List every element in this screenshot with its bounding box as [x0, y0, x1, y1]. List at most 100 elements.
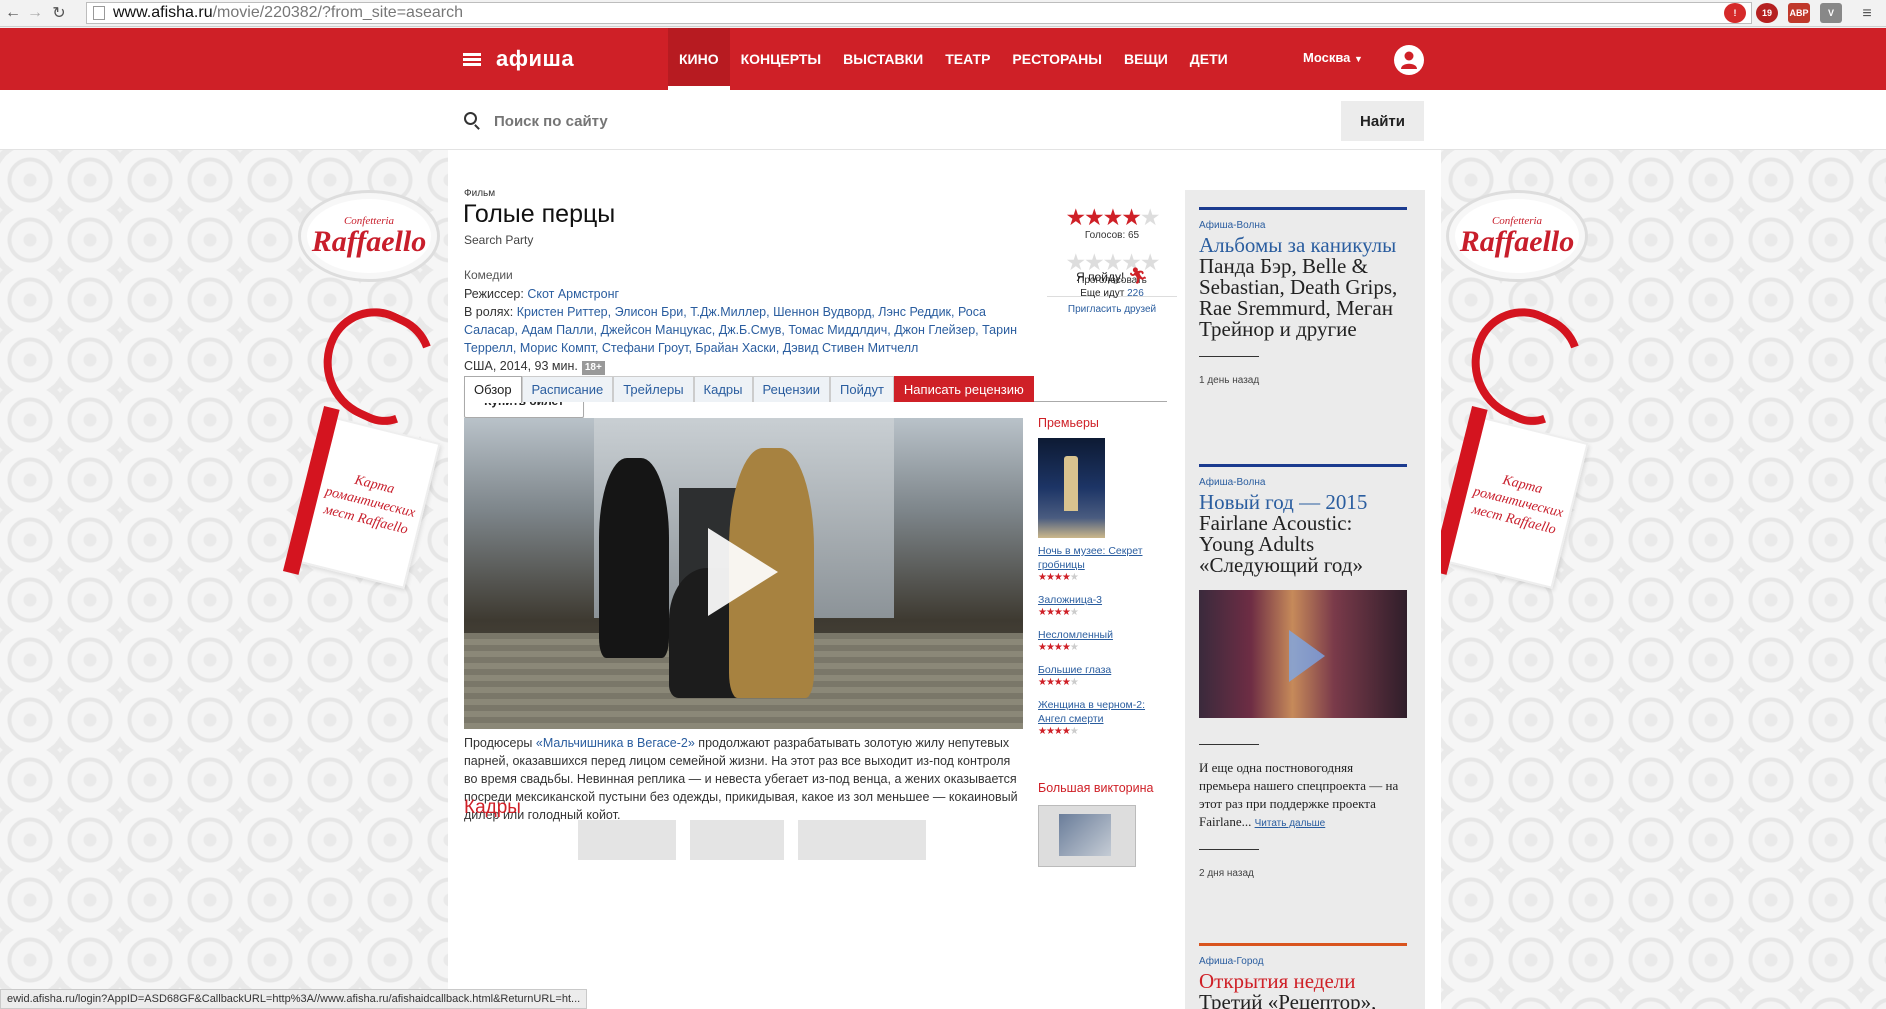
premiere-item: Несломленный ★★★★★: [1038, 628, 1173, 653]
premiere-link[interactable]: Женщина в черном-2: Ангел смерти: [1038, 698, 1173, 726]
nav-item-things[interactable]: ВЕЩИ: [1113, 28, 1179, 90]
url-path: /movie/220382/?from_site=asearch: [212, 4, 463, 21]
stills-thumbnails: [578, 820, 926, 860]
news-item: Афиша-Город Открытия недели Третий «Реце…: [1199, 943, 1407, 1009]
write-review-button[interactable]: Написать рецензию: [893, 376, 1034, 402]
news-headline: Новый год — 2015 Fairlane Acoustic: Youn…: [1199, 492, 1407, 576]
section-title-stills: Кадры: [464, 797, 521, 818]
forward-icon[interactable]: →: [24, 2, 46, 24]
adblock-icon[interactable]: ABP: [1788, 3, 1810, 23]
main-nav: КИНО КОНЦЕРТЫ ВЫСТАВКИ ТЕАТР РЕСТОРАНЫ В…: [668, 28, 1239, 90]
news-headline: Альбомы за каникулы Панда Бэр, Belle & S…: [1199, 235, 1407, 340]
premiere-link[interactable]: Большие глаза: [1038, 663, 1173, 677]
search-input[interactable]: [494, 108, 1094, 134]
tab-stills[interactable]: Кадры: [693, 376, 753, 402]
going-label: Я пойду!: [1076, 270, 1125, 284]
credits: Режиссер: Скот Армстронг В ролях: Кристе…: [464, 285, 1024, 375]
tab-reviews[interactable]: Рецензии: [752, 376, 831, 402]
browser-status-bar: ewid.afisha.ru/login?AppID=ASD68GF&Callb…: [0, 989, 588, 1009]
nav-item-kino[interactable]: КИНО: [668, 28, 730, 90]
raffaello-ad-left[interactable]: Confetteria Raffaello Карта романтически…: [298, 190, 451, 610]
news-source[interactable]: Афиша-Волна: [1199, 477, 1407, 488]
tab-overview[interactable]: Обзор: [464, 376, 522, 403]
news-source[interactable]: Афиша-Волна: [1199, 220, 1407, 231]
extension-alert-icon[interactable]: !: [1724, 3, 1746, 23]
tab-trailers[interactable]: Трейлеры: [613, 376, 694, 402]
still-thumbnail[interactable]: [798, 820, 926, 860]
search-button[interactable]: Найти: [1341, 101, 1424, 141]
video-frame-figure: [599, 458, 669, 658]
raffaello-card: Карта романтических мест Raffaello: [1447, 417, 1589, 589]
site-logo[interactable]: афиша: [496, 46, 574, 72]
rating-stars: ★★★★★: [1065, 204, 1160, 230]
cast-row: В ролях: Кристен Риттер, Элисон Бри, Т.Д…: [464, 303, 1024, 357]
browser-toolbar: ← → ↻ www.afisha.ru/movie/220382/?from_s…: [0, 0, 1886, 27]
premieres-heading: Премьеры: [1038, 416, 1099, 430]
raffaello-card: Карта романтических мест Raffaello: [299, 417, 441, 589]
short-divider: [1199, 744, 1259, 745]
news-headline-text: Панда Бэр, Belle & Sebastian, Death Grip…: [1199, 254, 1398, 341]
back-icon[interactable]: ←: [2, 2, 24, 24]
news-video-thumbnail[interactable]: [1199, 590, 1407, 718]
user-icon: [1401, 51, 1417, 69]
nav-item-concerts[interactable]: КОНЦЕРТЫ: [730, 28, 833, 90]
premiere-link[interactable]: Ночь в музее: Секрет гробницы: [1038, 544, 1173, 572]
news-date: 1 день назад: [1199, 375, 1260, 386]
director-row: Режиссер: Скот Армстронг: [464, 285, 1024, 303]
news-divider: [1199, 207, 1407, 210]
raffaello-logo: Confetteria Raffaello: [298, 190, 440, 282]
nav-item-exhibitions[interactable]: ВЫСТАВКИ: [832, 28, 934, 90]
running-man-icon: 🏃︎: [1127, 268, 1148, 285]
votes-count: Голосов: 65: [1084, 230, 1140, 241]
play-icon[interactable]: [708, 528, 778, 616]
read-more-link[interactable]: Читать дальше: [1255, 818, 1326, 829]
quiz-image[interactable]: [1038, 805, 1136, 867]
content-kind: Фильм: [464, 188, 496, 199]
news-sidebar: Афиша-Волна Альбомы за каникулы Панда Бэ…: [1185, 190, 1425, 1009]
tab-schedule[interactable]: Расписание: [521, 376, 614, 402]
news-headline: Открытия недели Третий «Рецептор»,: [1199, 971, 1407, 1009]
nav-item-restaurants[interactable]: РЕСТОРАНЫ: [1001, 28, 1113, 90]
invite-friends-link[interactable]: Пригласить друзей: [1052, 304, 1172, 315]
premiere-stars: ★★★★★: [1038, 677, 1079, 688]
still-thumbnail[interactable]: [578, 820, 676, 860]
search-bar: Найти: [0, 90, 1886, 150]
city-selector[interactable]: Москва ▼: [1303, 50, 1363, 65]
news-headline-text: Fairlane Acoustic: Young Adults «Следующ…: [1199, 511, 1363, 577]
raffaello-ad-right[interactable]: Confetteria Raffaello Карта романтически…: [1446, 190, 1599, 610]
premiere-link[interactable]: Несломленный: [1038, 628, 1173, 642]
trailer-video[interactable]: [464, 418, 1023, 729]
search-icon: [464, 112, 477, 125]
synopsis-prefix: Продюсеры: [464, 736, 536, 750]
cast-links[interactable]: Кристен Риттер, Элисон Бри, Т.Дж.Миллер,…: [464, 305, 1017, 355]
page-icon: [93, 6, 105, 20]
director-link[interactable]: Скот Армстронг: [527, 287, 619, 301]
hamburger-menu-icon[interactable]: [463, 53, 481, 66]
extension-mail-icon[interactable]: 19: [1756, 3, 1778, 23]
nav-item-theatre[interactable]: ТЕАТР: [934, 28, 1001, 90]
movie-meta: США, 2014, 93 мин.: [464, 359, 578, 373]
user-avatar[interactable]: [1394, 45, 1424, 75]
news-source[interactable]: Афиша-Город: [1199, 956, 1407, 967]
movie-tabs: Обзор Расписание Трейлеры Кадры Рецензии…: [464, 376, 1167, 403]
news-item: Афиша-Волна Новый год — 2015 Fairlane Ac…: [1199, 464, 1407, 879]
tab-going[interactable]: Пойдут: [830, 376, 894, 402]
synopsis: Продюсеры «Мальчишника в Вегасе-2» продо…: [464, 734, 1024, 824]
shield-icon[interactable]: V: [1820, 3, 1842, 23]
going-button[interactable]: Я пойду! 🏃︎: [1052, 266, 1172, 286]
still-thumbnail[interactable]: [690, 820, 784, 860]
address-bar[interactable]: www.afisha.ru/movie/220382/?from_site=as…: [86, 2, 1752, 24]
genre: Комедии: [464, 268, 513, 282]
news-divider: [1199, 464, 1407, 467]
nav-item-kids[interactable]: ДЕТИ: [1179, 28, 1239, 90]
news-text: И еще одна постновогодняя премьера нашег…: [1199, 759, 1407, 833]
synopsis-link[interactable]: «Мальчишника в Вегасе-2»: [536, 736, 695, 750]
menu-icon[interactable]: ≡: [1856, 3, 1878, 25]
raffaello-logo-text: Raffaello: [1459, 225, 1575, 258]
going-count-link[interactable]: 226: [1127, 288, 1144, 299]
premiere-link[interactable]: Заложница-3: [1038, 593, 1173, 607]
premiere-stars: ★★★★★: [1038, 572, 1079, 583]
premiere-poster[interactable]: [1038, 438, 1105, 538]
raffaello-logo-text: Raffaello: [311, 225, 427, 258]
reload-icon[interactable]: ↻: [48, 2, 70, 24]
